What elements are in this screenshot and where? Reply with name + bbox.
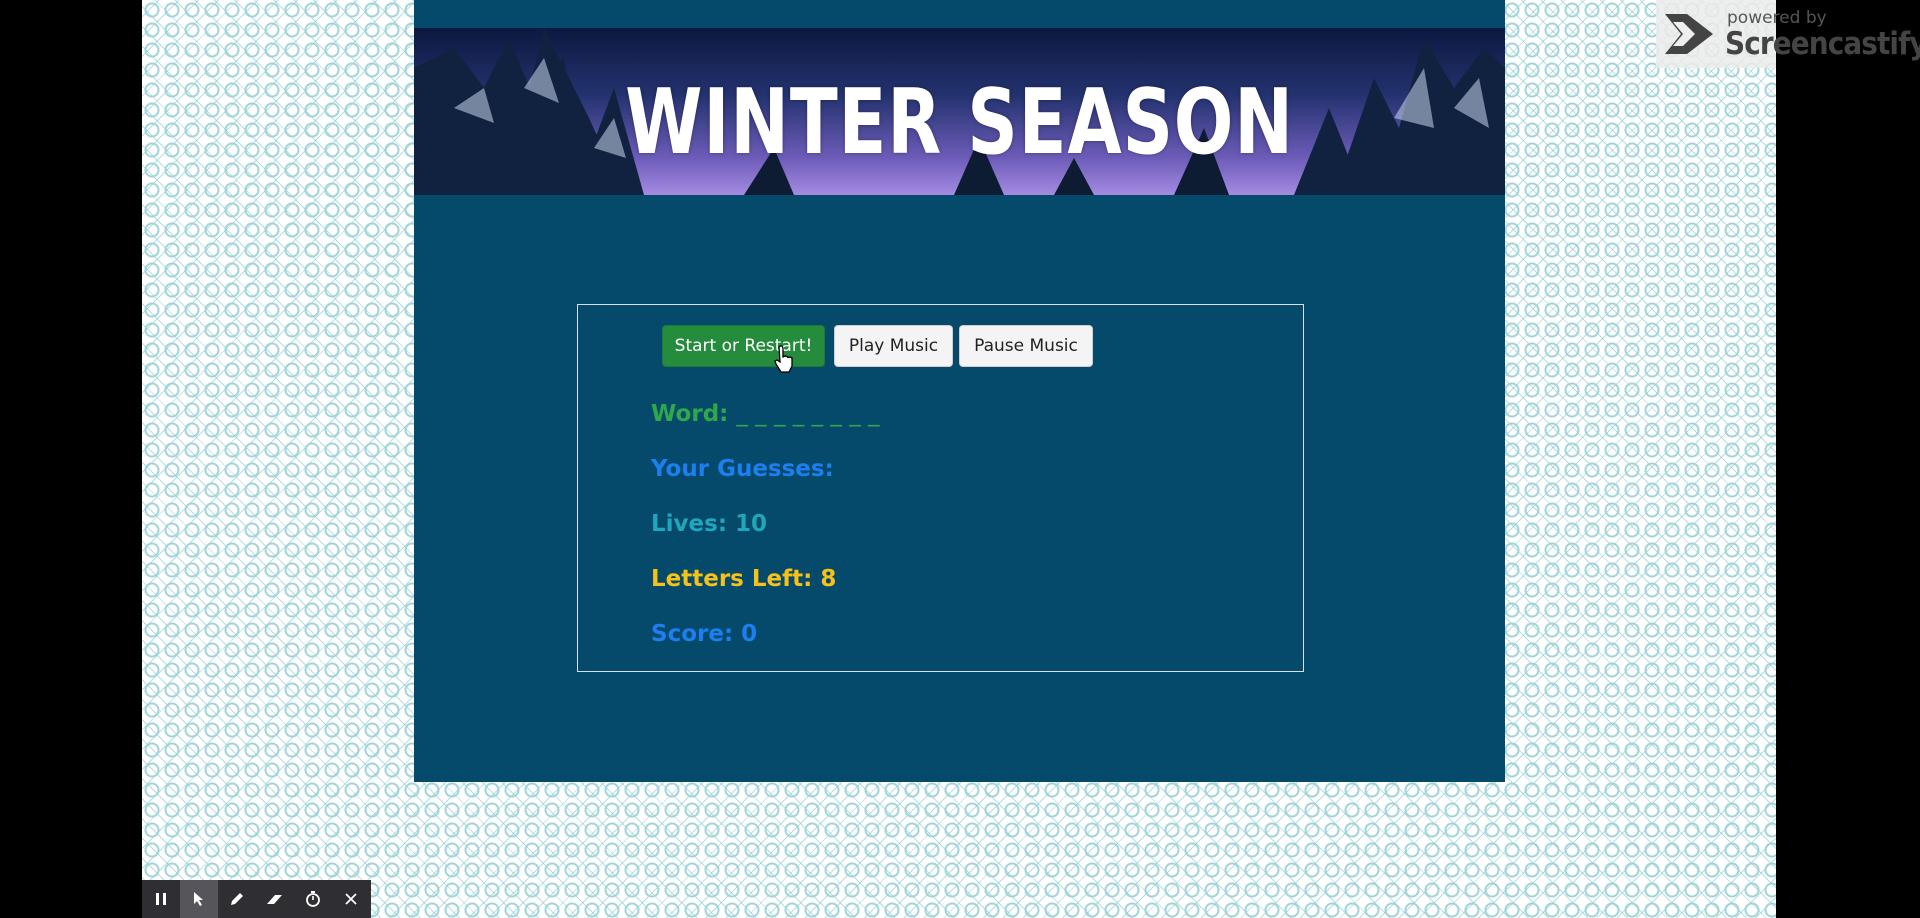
pause-music-button[interactable]: Pause Music (959, 325, 1093, 367)
winter-banner: WINTER SEASON (414, 28, 1505, 195)
score-label: Score: (651, 621, 734, 647)
lives-row: Lives: 10 (651, 511, 767, 537)
lives-value: 10 (735, 511, 768, 537)
letters-left-row: Letters Left: 8 (651, 566, 836, 592)
watermark-brand: Screencastify (1725, 26, 1920, 62)
screencastify-logo-icon (1665, 14, 1713, 54)
letters-left-value: 8 (820, 566, 837, 592)
pointer-icon[interactable] (180, 880, 218, 918)
recording-toolbar (142, 880, 371, 918)
hand-cursor-icon (774, 345, 793, 373)
lives-label: Lives: (651, 511, 728, 537)
guesses-label: Your Guesses: (651, 456, 834, 482)
banner-title: WINTER SEASON (625, 70, 1294, 175)
guesses-row: Your Guesses: (651, 456, 834, 482)
timer-icon[interactable] (294, 880, 332, 918)
word-row: Word: _ _ _ _ _ _ _ _ (651, 401, 880, 427)
eraser-icon[interactable] (256, 880, 294, 918)
close-icon[interactable] (332, 880, 370, 918)
score-row: Score: 0 (651, 621, 757, 647)
letters-left-label: Letters Left: (651, 566, 813, 592)
pen-icon[interactable] (218, 880, 256, 918)
word-label: Word: (651, 401, 729, 427)
pause-icon[interactable] (142, 880, 180, 918)
game-panel: WINTER SEASON Start or Restart! Play Mus… (414, 0, 1505, 782)
word-value: _ _ _ _ _ _ _ _ (736, 401, 880, 427)
score-value: 0 (741, 621, 758, 647)
start-restart-button[interactable]: Start or Restart! (662, 325, 825, 367)
game-box: Start or Restart! Play Music Pause Music… (577, 304, 1304, 672)
watermark-powered-by: powered by (1727, 8, 1827, 28)
play-music-button[interactable]: Play Music (834, 325, 953, 367)
